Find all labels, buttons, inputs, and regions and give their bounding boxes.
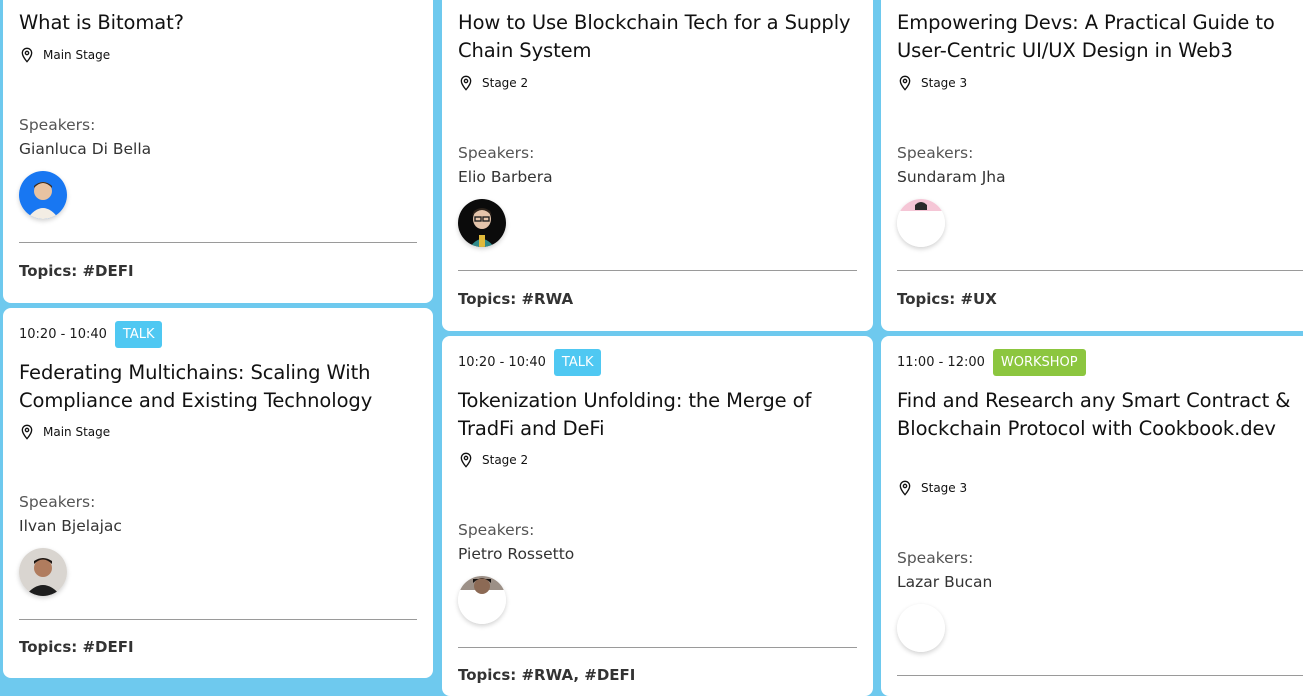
session-topics: Topics: #RWA	[458, 290, 574, 308]
session-title[interactable]: Empowering Devs: A Practical Guide to Us…	[897, 9, 1301, 65]
stage-label: Stage 3	[921, 481, 968, 495]
speaker-name[interactable]: Ilvan Bjelajac	[19, 517, 122, 535]
divider	[897, 270, 1303, 271]
stage-label: Stage 2	[482, 76, 529, 90]
session-card[interactable]: Empowering Devs: A Practical Guide to Us…	[881, 0, 1303, 331]
map-pin-icon	[899, 75, 911, 91]
speaker-name[interactable]: Elio Barbera	[458, 168, 553, 186]
speaker-avatar[interactable]	[458, 199, 506, 247]
map-pin-icon	[460, 75, 472, 91]
divider	[19, 619, 417, 620]
map-pin-icon	[460, 452, 472, 468]
session-card[interactable]: How to Use Blockchain Tech for a Supply …	[442, 0, 873, 331]
speakers-label: Speakers:	[19, 116, 96, 134]
speaker-name[interactable]: Lazar Bucan	[897, 573, 992, 591]
speakers-label: Speakers:	[458, 144, 535, 162]
map-pin-icon	[21, 47, 33, 63]
map-pin-icon	[21, 424, 33, 440]
stage-label: Main Stage	[43, 425, 111, 439]
speaker-name[interactable]: Sundaram Jha	[897, 168, 1006, 186]
speakers-label: Speakers:	[19, 493, 96, 511]
stage-label: Stage 2	[482, 453, 529, 467]
session-location: Stage 2	[458, 452, 528, 468]
session-title[interactable]: Federating Multichains: Scaling With Com…	[19, 359, 419, 415]
session-card[interactable]: 10:20 - 10:40 TALK Federating Multichain…	[3, 308, 433, 678]
session-location: Stage 3	[897, 75, 967, 91]
session-time: 10:20 - 10:40	[19, 327, 107, 342]
session-time-row: 11:00 - 12:00 WORKSHOP	[897, 349, 1086, 376]
session-card[interactable]: 11:00 - 12:00 WORKSHOP Find and Research…	[881, 336, 1303, 696]
speakers-label: Speakers:	[458, 521, 535, 539]
session-topics: Topics: #RWA, #DEFI	[458, 666, 636, 684]
map-pin-icon	[899, 480, 911, 496]
session-type-badge: WORKSHOP	[992, 349, 1086, 376]
session-title[interactable]: How to Use Blockchain Tech for a Supply …	[458, 9, 859, 65]
session-location: Stage 3	[897, 480, 967, 496]
session-location: Main Stage	[19, 47, 110, 63]
divider	[458, 647, 857, 648]
speaker-avatar[interactable]	[897, 604, 945, 652]
session-type-badge: TALK	[114, 321, 163, 348]
speaker-name[interactable]: Pietro Rossetto	[458, 545, 574, 563]
session-title[interactable]: Tokenization Unfolding: the Merge of Tra…	[458, 387, 859, 443]
session-time: 11:00 - 12:00	[897, 355, 985, 370]
session-time-row: 10:20 - 10:40 TALK	[19, 321, 163, 348]
session-type-badge: TALK	[553, 349, 602, 376]
session-topics: Topics: #UX	[897, 290, 997, 308]
stage-label: Stage 3	[921, 76, 968, 90]
stage-label: Main Stage	[43, 48, 111, 62]
session-title[interactable]: Find and Research any Smart Contract & B…	[897, 387, 1301, 443]
speaker-avatar[interactable]	[19, 548, 67, 596]
speakers-label: Speakers:	[897, 549, 974, 567]
session-topics: Topics: #DEFI	[19, 638, 134, 656]
session-location: Main Stage	[19, 424, 110, 440]
session-card[interactable]: What is Bitomat? Main Stage Speakers: Gi…	[3, 0, 433, 303]
speaker-avatar[interactable]	[19, 171, 67, 219]
session-title[interactable]: What is Bitomat?	[19, 9, 419, 37]
speaker-name[interactable]: Gianluca Di Bella	[19, 140, 151, 158]
session-location: Stage 2	[458, 75, 528, 91]
divider	[897, 675, 1303, 676]
session-card[interactable]: 10:20 - 10:40 TALK Tokenization Unfoldin…	[442, 336, 873, 696]
speaker-avatar[interactable]	[458, 576, 506, 624]
speaker-avatar[interactable]	[897, 199, 945, 247]
speakers-label: Speakers:	[897, 144, 974, 162]
divider	[19, 242, 417, 243]
session-topics: Topics: #DEFI	[19, 262, 134, 280]
session-time: 10:20 - 10:40	[458, 355, 546, 370]
session-time-row: 10:20 - 10:40 TALK	[458, 349, 602, 376]
divider	[458, 270, 857, 271]
